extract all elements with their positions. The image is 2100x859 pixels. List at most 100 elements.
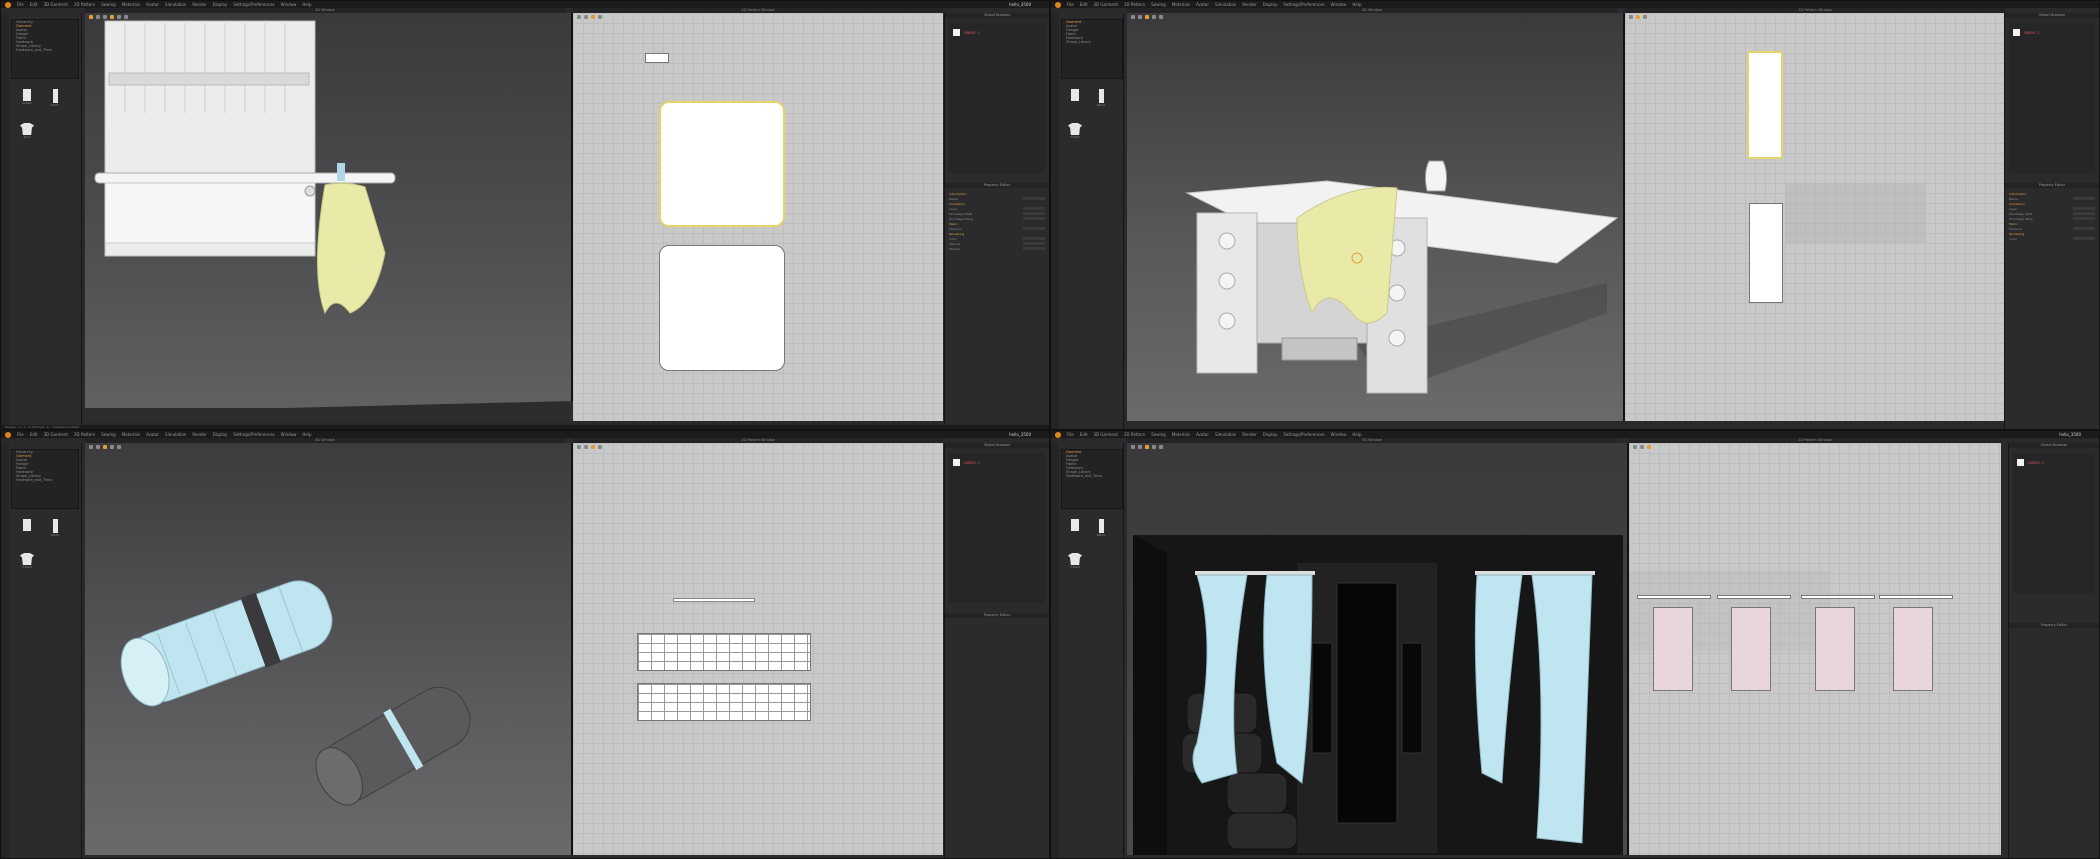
transform-icon[interactable] [584, 445, 588, 449]
menu-3d-garment[interactable]: 3D Garment [43, 432, 67, 437]
menu-settings[interactable]: Settings/Preferences [233, 2, 274, 7]
curtain-panel-piece[interactable] [1731, 607, 1771, 691]
curtain-panel-piece[interactable] [1815, 607, 1855, 691]
pattern-piece-quilted[interactable] [637, 683, 811, 721]
menu-2d-pattern[interactable]: 2D Pattern [74, 432, 95, 437]
hierarchy-item[interactable]: Hardware_and_Trims [1062, 474, 1122, 478]
thumb-shirt[interactable]: T-Shirt [1065, 553, 1085, 573]
menu-render[interactable]: Render [1242, 2, 1256, 7]
menu-file[interactable]: File [1067, 2, 1074, 7]
menu-settings[interactable]: Settings/Preferences [1283, 2, 1324, 7]
viewport-2d[interactable] [573, 13, 943, 421]
thumb-shirt[interactable]: T-Shirt [17, 553, 37, 573]
select-icon[interactable] [577, 15, 581, 19]
fabric-item[interactable]: FABRIC 1 [949, 23, 1045, 42]
select-icon[interactable] [1629, 15, 1633, 19]
polygon-icon[interactable] [1636, 15, 1640, 19]
menu-avatar[interactable]: Avatar [146, 432, 159, 437]
prop-field[interactable] [2073, 207, 2095, 210]
prop-field[interactable] [1023, 212, 1045, 215]
thumb-shirt[interactable]: T-Shirt [1065, 123, 1085, 143]
fabric-item[interactable]: FABRIC 1 [2013, 453, 2095, 472]
menu-edit[interactable]: Edit [30, 432, 38, 437]
menu-edit[interactable]: Edit [30, 2, 38, 7]
menu-edit[interactable]: Edit [1080, 2, 1088, 7]
prop-field[interactable] [2073, 237, 2095, 240]
hierarchy-item[interactable]: Shape_Library [1062, 40, 1122, 44]
menu-display[interactable]: Display [1263, 432, 1278, 437]
menu-sewing[interactable]: Sewing [1151, 2, 1165, 7]
menu-render[interactable]: Render [192, 2, 206, 7]
thumb-pants[interactable]: Pants [45, 519, 65, 539]
menu-help[interactable]: Help [302, 2, 311, 7]
menu-avatar[interactable]: Avatar [146, 2, 159, 7]
zoom-icon[interactable] [598, 15, 602, 19]
prop-field[interactable] [2073, 212, 2095, 215]
thumb-avatar[interactable] [17, 519, 37, 539]
menu-help[interactable]: Help [1352, 2, 1361, 7]
thumb-pants[interactable]: Pants [1091, 89, 1111, 109]
user-name[interactable]: hello_3500 [1009, 432, 1031, 437]
viewport-2d[interactable] [1625, 13, 2005, 421]
zoom-icon[interactable] [598, 445, 602, 449]
menu-window[interactable]: Window [1331, 2, 1347, 7]
menu-simulation[interactable]: Simulation [1215, 432, 1236, 437]
pattern-piece-selected[interactable] [659, 101, 785, 227]
fabric-item[interactable]: FABRIC 1 [949, 453, 1045, 472]
menu-settings[interactable]: Settings/Preferences [233, 432, 274, 437]
transform-icon[interactable] [1640, 445, 1644, 449]
menu-materials[interactable]: Materials [1172, 432, 1190, 437]
polygon-icon[interactable] [591, 445, 595, 449]
menu-sewing[interactable]: Sewing [101, 2, 115, 7]
menu-sewing[interactable]: Sewing [101, 432, 115, 437]
menu-window[interactable]: Window [1331, 432, 1347, 437]
viewport-2d[interactable] [573, 443, 943, 855]
hierarchy-item[interactable]: Hardware_and_Trims [12, 48, 78, 52]
viewport-2d[interactable] [1629, 443, 2001, 855]
prop-field[interactable] [1023, 197, 1045, 200]
menu-render[interactable]: Render [192, 432, 206, 437]
header-strip[interactable] [1801, 595, 1875, 599]
thumb-avatar[interactable] [1065, 89, 1085, 109]
menu-window[interactable]: Window [281, 2, 297, 7]
menu-display[interactable]: Display [1263, 2, 1278, 7]
polygon-icon[interactable] [591, 15, 595, 19]
viewport-3d[interactable] [85, 13, 573, 421]
prop-field[interactable] [2073, 197, 2095, 200]
side-tabs[interactable] [1051, 13, 1059, 429]
menu-display[interactable]: Display [213, 2, 228, 7]
prop-field[interactable] [1023, 227, 1045, 230]
menu-file[interactable]: File [17, 432, 24, 437]
viewport-3d[interactable] [1127, 13, 1625, 421]
side-tabs[interactable] [1051, 443, 1059, 858]
menu-simulation[interactable]: Simulation [165, 432, 186, 437]
menu-display[interactable]: Display [213, 432, 228, 437]
prop-field[interactable] [1023, 247, 1045, 250]
prop-field[interactable] [2073, 227, 2095, 230]
pattern-piece-small[interactable] [645, 53, 669, 63]
menu-file[interactable]: File [17, 2, 24, 7]
viewport-3d[interactable] [1127, 443, 1629, 855]
menu-3d-garment[interactable]: 3D Garment [43, 2, 67, 7]
menu-help[interactable]: Help [1352, 432, 1361, 437]
menu-sewing[interactable]: Sewing [1151, 432, 1165, 437]
thumb-avatar[interactable] [1065, 519, 1085, 539]
header-strip[interactable] [1637, 595, 1711, 599]
fabric-item[interactable]: FABRIC 1 [2009, 23, 2095, 42]
menu-avatar[interactable]: Avatar [1196, 2, 1209, 7]
header-strip[interactable] [1879, 595, 1953, 599]
menu-avatar[interactable]: Avatar [1196, 432, 1209, 437]
pattern-piece-selected[interactable] [1747, 51, 1783, 159]
pattern-piece[interactable] [659, 245, 785, 371]
header-strip[interactable] [1717, 595, 1791, 599]
menu-2d-pattern[interactable]: 2D Pattern [1124, 432, 1145, 437]
menu-window[interactable]: Window [281, 432, 297, 437]
pattern-piece-quilted[interactable] [637, 633, 811, 671]
select-icon[interactable] [1633, 445, 1637, 449]
strap-piece[interactable] [673, 598, 755, 602]
menu-2d-pattern[interactable]: 2D Pattern [74, 2, 95, 7]
pattern-piece[interactable] [1749, 203, 1783, 303]
menu-materials[interactable]: Materials [1172, 2, 1190, 7]
menu-help[interactable]: Help [302, 432, 311, 437]
prop-field[interactable] [1023, 217, 1045, 220]
